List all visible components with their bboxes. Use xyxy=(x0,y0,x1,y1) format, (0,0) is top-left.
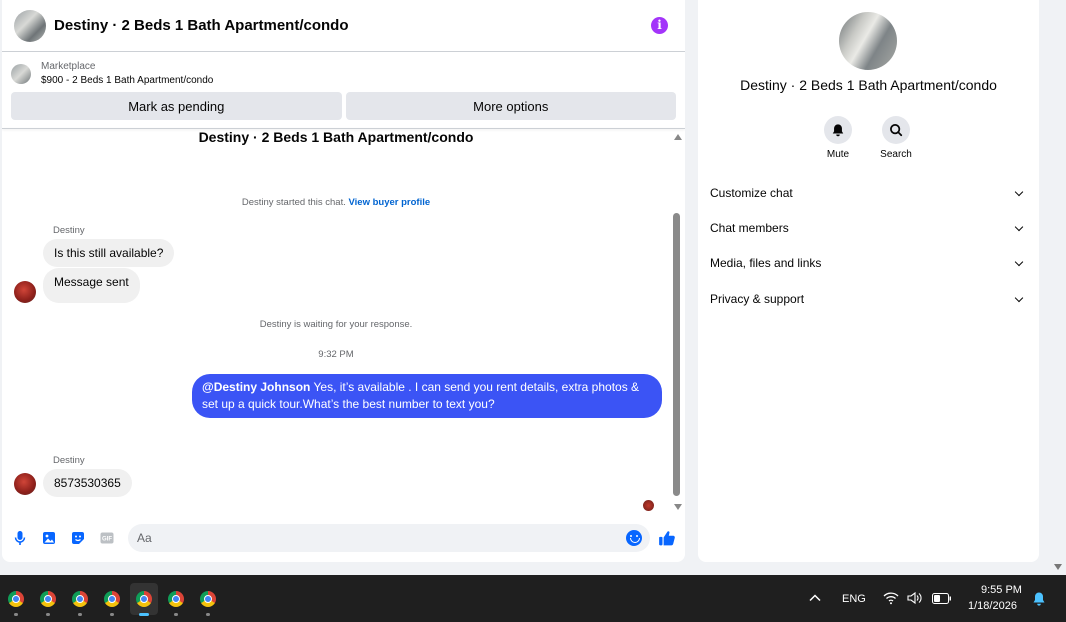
info-icon[interactable]: i xyxy=(651,17,668,34)
taskbar: ENG 9:55 PM 1/18/2026 xyxy=(0,575,1066,622)
view-buyer-profile-link[interactable]: View buyer profile xyxy=(349,197,431,208)
taskbar-chrome-window[interactable] xyxy=(34,583,62,616)
chevron-down-icon xyxy=(1014,293,1024,302)
taskbar-chrome-window[interactable] xyxy=(162,583,190,616)
sticker-icon[interactable] xyxy=(70,530,86,546)
emoji-icon[interactable] xyxy=(626,530,642,546)
message-input[interactable] xyxy=(128,524,650,552)
language-indicator[interactable]: ENG xyxy=(842,593,866,605)
more-options-button[interactable]: More options xyxy=(345,92,676,120)
sender-name: Destiny xyxy=(53,225,85,236)
message-thread[interactable]: Destiny · 2 Beds 1 Bath Apartment/condo … xyxy=(2,128,670,516)
page-scroll-down-arrow-icon[interactable] xyxy=(1054,564,1062,570)
incoming-message[interactable]: 8573530365 xyxy=(43,469,132,497)
message-composer: GIF xyxy=(2,522,685,556)
chrome-icon xyxy=(8,591,24,607)
battery-icon[interactable] xyxy=(932,593,952,604)
sender-name: Destiny xyxy=(53,455,85,466)
chevron-down-icon xyxy=(1014,187,1024,196)
section-label: Privacy & support xyxy=(710,292,805,306)
chevron-down-icon xyxy=(1014,222,1024,231)
listing-thumbnail xyxy=(11,63,31,84)
listing-avatar[interactable] xyxy=(14,9,46,42)
chrome-icon xyxy=(72,591,88,607)
clock-time[interactable]: 9:55 PM xyxy=(981,584,1022,596)
volume-icon[interactable] xyxy=(907,591,922,605)
notification-bell-icon[interactable] xyxy=(1032,591,1046,607)
chat-started-notice: Destiny started this chat. View buyer pr… xyxy=(2,197,670,208)
mention[interactable]: @Destiny Johnson xyxy=(202,380,310,394)
sender-avatar[interactable] xyxy=(14,473,36,495)
chrome-icon xyxy=(168,591,184,607)
clock-date[interactable]: 1/18/2026 xyxy=(968,600,1017,612)
section-label: Chat members xyxy=(710,221,789,235)
section-label: Customize chat xyxy=(710,186,793,200)
chat-panel: Destiny · 2 Beds 1 Bath Apartment/condo … xyxy=(2,0,685,562)
chrome-icon xyxy=(200,591,216,607)
chrome-icon xyxy=(40,591,56,607)
chat-header-title[interactable]: Destiny · 2 Beds 1 Bath Apartment/condo xyxy=(54,17,349,34)
mute-button[interactable]: Mute xyxy=(808,116,868,160)
chat-header: Destiny · 2 Beds 1 Bath Apartment/condo … xyxy=(2,0,685,52)
scroll-up-arrow-icon[interactable] xyxy=(674,134,682,140)
section-label: Media, files and links xyxy=(710,256,822,270)
outgoing-message[interactable]: @Destiny Johnson Yes, it’s available . I… xyxy=(192,374,662,418)
chat-details-panel: Destiny · 2 Beds 1 Bath Apartment/condo … xyxy=(698,0,1039,562)
listing-summary: $900 - 2 Beds 1 Bath Apartment/condo xyxy=(41,74,214,86)
listing-actions: Mark as pending More options xyxy=(2,89,685,120)
incoming-message[interactable]: Is this still available? xyxy=(43,239,175,267)
mark-as-pending-button[interactable]: Mark as pending xyxy=(11,92,342,120)
incoming-message[interactable]: Message sent xyxy=(43,268,140,303)
wifi-icon[interactable] xyxy=(883,591,899,605)
scroll-down-arrow-icon[interactable] xyxy=(674,504,682,510)
search-button[interactable]: Search xyxy=(866,116,926,160)
taskbar-chrome-window[interactable] xyxy=(194,583,222,616)
media-files-links-section[interactable]: Media, files and links xyxy=(710,256,1026,270)
chrome-icon xyxy=(136,591,152,607)
read-receipt-avatar xyxy=(643,500,654,511)
chevron-up-icon[interactable] xyxy=(809,593,821,603)
scroll-thumb[interactable] xyxy=(673,213,680,496)
gif-label: GIF xyxy=(102,537,112,543)
microphone-icon[interactable] xyxy=(12,530,28,546)
chevron-down-icon xyxy=(1014,257,1024,266)
chrome-icon xyxy=(104,591,120,607)
waiting-notice: Destiny is waiting for your response. xyxy=(259,319,413,330)
thumbs-up-icon[interactable] xyxy=(658,529,676,547)
privacy-support-section[interactable]: Privacy & support xyxy=(710,292,1026,306)
customize-chat-section[interactable]: Customize chat xyxy=(710,186,1026,200)
taskbar-chrome-window[interactable] xyxy=(2,583,30,616)
bell-icon xyxy=(832,124,844,137)
chat-members-section[interactable]: Chat members xyxy=(710,221,1026,235)
details-avatar[interactable] xyxy=(839,12,897,70)
taskbar-chrome-window[interactable] xyxy=(98,583,126,616)
marketplace-label: Marketplace xyxy=(41,60,96,72)
taskbar-chrome-window-active[interactable] xyxy=(130,583,158,616)
chat-started-text: Destiny started this chat. xyxy=(241,197,346,208)
search-label: Search xyxy=(880,149,912,160)
message-timestamp: 9:32 PM xyxy=(318,349,354,360)
details-title: Destiny · 2 Beds 1 Bath Apartment/condo xyxy=(740,77,997,93)
marketplace-listing-row[interactable]: Marketplace $900 - 2 Beds 1 Bath Apartme… xyxy=(2,52,685,89)
gif-icon[interactable]: GIF xyxy=(99,530,115,546)
conversation-title: Destiny · 2 Beds 1 Bath Apartment/condo xyxy=(198,129,474,145)
photo-icon[interactable] xyxy=(41,530,57,546)
taskbar-chrome-window[interactable] xyxy=(66,583,94,616)
thread-scrollbar[interactable] xyxy=(670,130,685,516)
sender-avatar[interactable] xyxy=(14,281,36,303)
mute-label: Mute xyxy=(826,149,850,160)
search-icon xyxy=(890,124,903,137)
